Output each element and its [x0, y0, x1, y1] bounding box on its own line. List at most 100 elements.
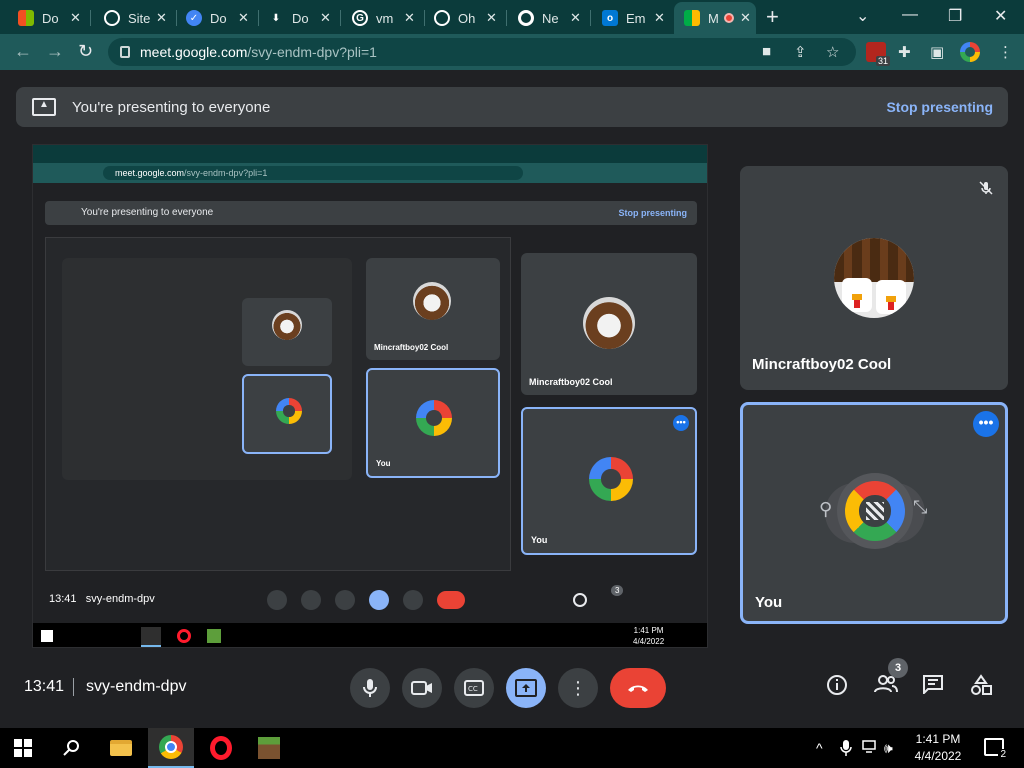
chat-button[interactable]	[922, 674, 944, 700]
close-icon[interactable]: ✕	[486, 10, 497, 26]
spirit-icon	[434, 10, 450, 26]
tab-site[interactable]: Site ✕	[94, 4, 174, 32]
nested-code: svy-endm-dpv	[85, 593, 155, 605]
network-icon[interactable]	[862, 740, 878, 757]
bookmark-star-icon[interactable]: ☆	[826, 43, 839, 61]
nested-url-path: /svy-endm-dpv?pli=1	[184, 168, 268, 178]
new-tab-button[interactable]: +	[766, 4, 779, 30]
start-button[interactable]	[0, 728, 46, 768]
minimize-button[interactable]: —	[902, 6, 918, 24]
more-options-button[interactable]: ⋮	[558, 668, 598, 708]
share-icon[interactable]: ⇪	[794, 43, 807, 61]
close-icon[interactable]: ✕	[320, 10, 331, 26]
microphone-button[interactable]	[350, 668, 390, 708]
notification-center-icon[interactable]: 2	[984, 738, 1008, 760]
side-panel-icon[interactable]: ▣	[930, 43, 944, 61]
tab-new[interactable]: Ne ✕	[508, 4, 588, 32]
url-path: /svy-endm-dpv?pli=1	[247, 44, 377, 60]
more-options-icon[interactable]: •••	[973, 411, 999, 437]
tab-google-vm[interactable]: G vm ✕	[342, 4, 422, 32]
windows-taskbar: ^ 🕪 1:41 PM 4/4/2022 2	[0, 728, 1024, 768]
tab-label: Site	[128, 10, 150, 26]
calendar-extension-icon[interactable]: 31	[866, 42, 890, 66]
more-vert-icon: ⋮	[569, 677, 587, 698]
nested-avatar	[413, 282, 451, 320]
nested-banner-text: You're presenting to everyone	[81, 207, 214, 218]
camera-button[interactable]	[402, 668, 442, 708]
close-icon[interactable]: ✕	[654, 10, 665, 26]
reload-icon[interactable]: ↻	[78, 41, 93, 62]
self-tile[interactable]: ••• ⚲ ⤡ You	[740, 402, 1008, 624]
url-host: meet.google.com	[140, 44, 248, 60]
deep-avatar	[272, 310, 302, 340]
profile-avatar[interactable]	[960, 42, 980, 62]
search-button[interactable]	[48, 728, 94, 768]
menu-kebab-icon[interactable]: ⋮	[998, 43, 1013, 61]
chrome-taskbar-button[interactable]	[148, 728, 194, 768]
meet-page: You're presenting to everyone Stop prese…	[0, 70, 1024, 728]
extension-badge-count: 31	[875, 56, 890, 66]
close-icon[interactable]: ✕	[740, 10, 751, 26]
nested-stop-presenting: Stop presenting	[618, 208, 687, 218]
extensions-puzzle-icon[interactable]: ✚	[898, 43, 911, 61]
nested-tile-2: You	[366, 368, 500, 478]
tab-search-icon[interactable]: ⌄	[856, 6, 869, 26]
presenting-banner: You're presenting to everyone Stop prese…	[16, 87, 1008, 127]
lock-icon	[120, 46, 130, 58]
nested-clock-time: 1:41 PM	[633, 626, 664, 635]
minecraft-taskbar-button[interactable]	[246, 728, 292, 768]
restore-button[interactable]: ❐	[948, 6, 962, 26]
tab-docs-2[interactable]: ✓ Do ✕	[176, 4, 256, 32]
chat-icon	[923, 675, 943, 696]
download-icon: ⬇	[271, 12, 281, 24]
close-icon[interactable]: ✕	[70, 10, 81, 26]
tab-label: M	[708, 10, 719, 26]
stop-presenting-button[interactable]: Stop presenting	[886, 99, 993, 115]
tab-divider	[506, 10, 507, 26]
tab-meet[interactable]: M ✕	[674, 2, 756, 34]
microsoft-icon	[18, 10, 34, 26]
tab-docs-1[interactable]: Do ✕	[8, 4, 88, 32]
participant-tile[interactable]: Mincraftboy02 Cool	[740, 166, 1008, 390]
tray-microphone-icon[interactable]	[840, 740, 852, 759]
tab-email[interactable]: o Em ✕	[592, 4, 672, 32]
people-button[interactable]	[874, 674, 898, 700]
system-clock[interactable]: 1:41 PM 4/4/2022	[904, 731, 972, 765]
activities-button[interactable]	[970, 674, 992, 702]
browser-toolbar: ← → ↻ meet.google.com/svy-endm-dpv?pli=1…	[0, 34, 1024, 70]
nested-banner: You're presenting to everyone Stop prese…	[45, 201, 697, 225]
nested-tab-strip	[33, 145, 707, 163]
address-bar[interactable]: meet.google.com/svy-endm-dpv?pli=1	[108, 38, 856, 66]
nested-camera-icon	[301, 590, 321, 610]
close-icon[interactable]: ✕	[570, 10, 581, 26]
close-window-button[interactable]: ✕	[994, 6, 1007, 26]
close-icon[interactable]: ✕	[404, 10, 415, 26]
back-arrow-icon[interactable]: ←	[14, 41, 32, 62]
show-hidden-icons-chevron-icon[interactable]: ^	[816, 740, 823, 756]
pin-icon[interactable]: ⚲	[819, 499, 832, 520]
captions-button[interactable]: CC	[454, 668, 494, 708]
nested-control-bar: 13:41 svy-endm-dpv 3	[33, 585, 707, 615]
close-icon[interactable]: ✕	[238, 10, 249, 26]
clock-date: 4/4/2022	[914, 749, 962, 763]
meeting-details-button[interactable]	[826, 674, 848, 702]
tab-oh[interactable]: Oh ✕	[424, 4, 504, 32]
present-now-button[interactable]	[506, 668, 546, 708]
leave-call-button[interactable]	[610, 668, 666, 708]
forward-arrow-icon[interactable]: →	[46, 41, 64, 62]
qr-icon	[866, 502, 884, 520]
tab-download[interactable]: ⬇ Do ✕	[258, 4, 338, 32]
volume-icon[interactable]: 🕪	[884, 740, 893, 757]
nested-people-count: 3	[611, 585, 624, 596]
nested-self-google-icon	[589, 457, 633, 501]
file-explorer-button[interactable]	[98, 728, 144, 768]
self-name: You	[755, 594, 783, 611]
meeting-divider	[73, 678, 74, 696]
nested-shared-screen: Mincraftboy02 Cool You	[45, 237, 511, 571]
close-icon[interactable]: ✕	[156, 10, 167, 26]
opera-taskbar-button[interactable]	[198, 728, 244, 768]
camera-icon[interactable]: ■	[762, 43, 771, 60]
minimize-tile-icon[interactable]: ⤡	[913, 497, 927, 518]
nested-google-icon	[416, 400, 452, 436]
recording-dot-icon	[724, 13, 734, 23]
